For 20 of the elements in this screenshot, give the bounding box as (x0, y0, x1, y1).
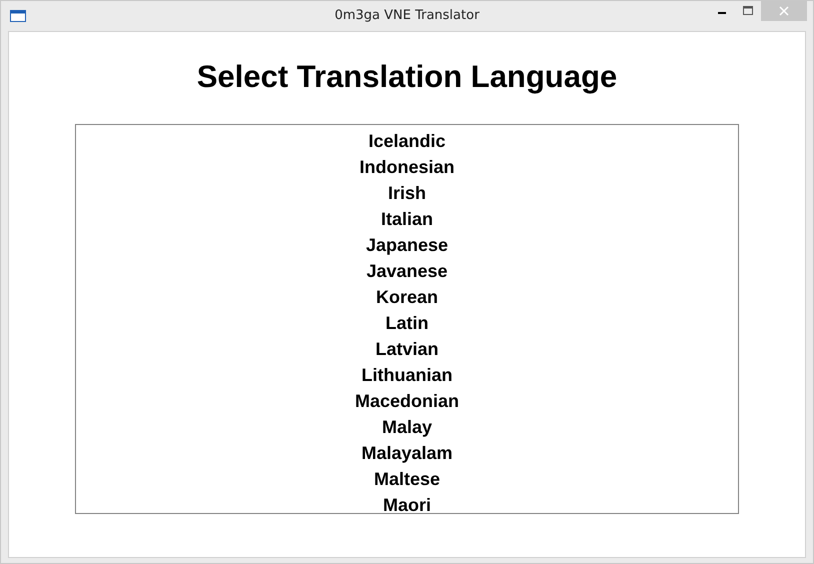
window-title: 0m3ga VNE Translator (334, 8, 480, 23)
language-item[interactable]: Lithuanian (358, 362, 456, 388)
language-item[interactable]: Malayalam (357, 440, 457, 466)
language-item[interactable]: Maltese (370, 466, 444, 492)
window-icon (10, 10, 26, 22)
close-icon (779, 6, 789, 16)
language-item[interactable]: Japanese (362, 232, 452, 258)
language-item[interactable]: Malay (378, 414, 436, 440)
language-item[interactable]: Irish (384, 180, 430, 206)
maximize-icon (743, 6, 753, 16)
language-item[interactable]: Javanese (362, 258, 452, 284)
language-item[interactable]: Icelandic (364, 128, 450, 154)
language-item[interactable]: Korean (372, 284, 442, 310)
language-item[interactable]: Macedonian (350, 388, 464, 414)
language-item[interactable]: Latin (382, 310, 432, 336)
language-item[interactable]: Maori (378, 492, 435, 513)
language-item[interactable]: Italian (376, 206, 437, 232)
page-heading: Select Translation Language (196, 59, 618, 95)
language-item[interactable]: Latvian (371, 336, 443, 362)
language-item[interactable]: Indonesian (355, 154, 458, 180)
